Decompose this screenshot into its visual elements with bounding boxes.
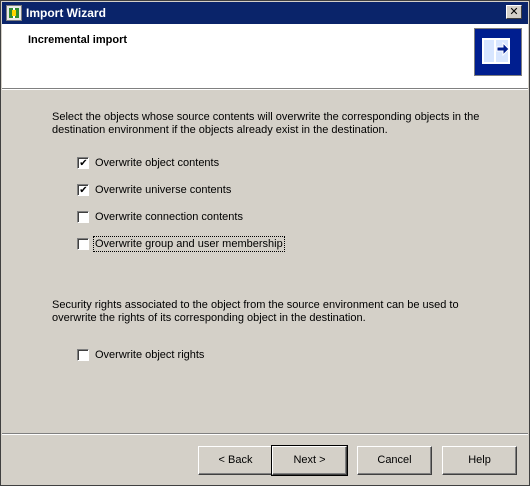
import-wizard-logo-icon	[474, 28, 522, 76]
option-connection-contents[interactable]: Overwrite connection contents	[77, 209, 243, 225]
universe-contents-checkbox[interactable]	[77, 184, 89, 196]
group-user-membership-label[interactable]: Overwrite group and user membership	[93, 236, 285, 252]
object-contents-checkbox[interactable]	[77, 157, 89, 169]
back-button[interactable]: < Back	[198, 446, 273, 475]
import-wizard-window: Import Wizard ✕ Incremental import Selec…	[0, 0, 530, 486]
page-title: Incremental import	[28, 34, 128, 46]
option-universe-contents[interactable]: Overwrite universe contents	[77, 182, 231, 198]
group-user-membership-checkbox[interactable]	[77, 238, 89, 250]
intro-text: Select the objects whose source contents…	[52, 111, 480, 136]
cancel-button[interactable]: Cancel	[357, 446, 432, 475]
universe-contents-label[interactable]: Overwrite universe contents	[95, 184, 231, 196]
window-title: Import Wizard	[26, 6, 106, 20]
option-object-contents[interactable]: Overwrite object contents	[77, 155, 219, 171]
connection-contents-checkbox[interactable]	[77, 211, 89, 223]
connection-contents-label[interactable]: Overwrite connection contents	[95, 211, 243, 223]
option-object-rights[interactable]: Overwrite object rights	[77, 347, 204, 363]
wizard-header: Incremental import	[2, 24, 528, 89]
footer-separator	[2, 433, 528, 435]
title-bar[interactable]: Import Wizard ✕	[2, 2, 528, 24]
option-group-user-membership[interactable]: Overwrite group and user membership	[77, 236, 285, 252]
security-text: Security rights associated to the object…	[52, 299, 459, 324]
object-contents-label[interactable]: Overwrite object contents	[95, 157, 219, 169]
app-icon	[6, 5, 22, 21]
next-button[interactable]: Next >	[271, 445, 348, 476]
wizard-content: Select the objects whose source contents…	[1, 90, 529, 433]
help-button[interactable]: Help	[442, 446, 517, 475]
close-button[interactable]: ✕	[506, 5, 522, 19]
object-rights-label[interactable]: Overwrite object rights	[95, 349, 204, 361]
object-rights-checkbox[interactable]	[77, 349, 89, 361]
